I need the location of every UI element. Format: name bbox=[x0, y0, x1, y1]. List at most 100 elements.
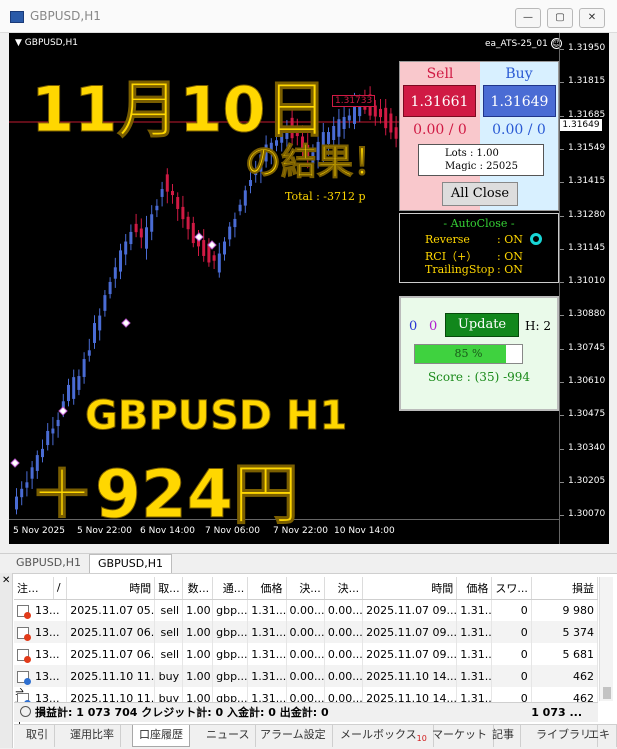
sell-order-icon bbox=[17, 648, 31, 663]
order-id: 13... bbox=[35, 669, 60, 683]
price-tick-label: 1.31010 bbox=[568, 276, 606, 287]
time-tick-label: 10 Nov 14:00 bbox=[334, 526, 395, 536]
table-cell: 2025.11.10 14... bbox=[362, 665, 458, 687]
terminal-tab[interactable]: 運用比率 bbox=[64, 725, 121, 747]
column-header[interactable]: 時間 bbox=[362, 577, 458, 600]
price-tick-label: 1.31415 bbox=[568, 176, 606, 187]
table-row[interactable]: 13... 2025.11.10 11... buy 1.00 gbp... 1.31..… bbox=[14, 665, 599, 687]
terminal-tab-label: 口座履歴 bbox=[139, 728, 183, 741]
column-header[interactable]: 価格 bbox=[247, 577, 287, 600]
candle-body bbox=[108, 281, 112, 295]
table-cell: 0.00... bbox=[286, 665, 325, 687]
table-cell: 1.31... bbox=[247, 621, 287, 643]
price-tick-label: 1.30205 bbox=[568, 475, 606, 486]
price-chart[interactable]: ▼ GBPUSD,H1 ea_ATS-25_01 ☺ 1.31950 1.3181… bbox=[9, 33, 609, 544]
update-button[interactable]: Update bbox=[445, 313, 519, 337]
counter-purple: 0 bbox=[429, 319, 438, 334]
table-row[interactable]: 13... 2025.11.07 06... sell 1.00 gbp... 1.31.… bbox=[14, 621, 599, 643]
sell-button[interactable]: 1.31661 bbox=[403, 85, 476, 117]
table-cell: 1.31... bbox=[456, 665, 493, 687]
auto-close-label: Reverse bbox=[425, 233, 470, 246]
order-cell: 13... bbox=[14, 599, 68, 621]
ea-label: ea_ATS-25_01 ☺ bbox=[485, 38, 562, 49]
terminal-tab[interactable]: 記事 bbox=[486, 725, 521, 747]
column-header[interactable]: 注... bbox=[14, 577, 54, 600]
table-cell: 2025.11.07 09... bbox=[362, 599, 458, 621]
table-cell: 462 bbox=[531, 665, 599, 687]
table-cell: 2025.11.10 11... bbox=[66, 665, 156, 687]
column-header[interactable]: 価格 bbox=[456, 577, 493, 600]
counter-blue: 0 bbox=[409, 319, 418, 334]
column-header[interactable]: / bbox=[53, 577, 68, 600]
candle-body bbox=[129, 231, 133, 245]
candle-body bbox=[145, 227, 148, 249]
signal-marker bbox=[121, 318, 131, 328]
candle-body bbox=[113, 267, 117, 279]
table-cell: gbp... bbox=[212, 643, 249, 665]
price-tick-label: 1.30070 bbox=[568, 509, 606, 520]
candle-body bbox=[186, 216, 190, 230]
maximize-button[interactable]: ▢ bbox=[547, 8, 573, 28]
price-tick-mark bbox=[560, 382, 564, 383]
auto-close-row: RCI（+）: ON bbox=[425, 248, 523, 264]
terminal-tab[interactable]: マーケット bbox=[426, 725, 494, 747]
scrollbar-thumb[interactable] bbox=[603, 687, 611, 699]
candle-body bbox=[87, 350, 91, 356]
column-header[interactable]: 数... bbox=[182, 577, 214, 600]
candle-body bbox=[217, 253, 221, 273]
table-cell: 1.00 bbox=[182, 599, 214, 621]
price-tick-mark bbox=[560, 182, 564, 184]
terminal-tab[interactable]: ニュース bbox=[200, 725, 257, 747]
terminal-tab[interactable]: エキ bbox=[582, 725, 617, 747]
terminal-tab-label: メールボックス bbox=[340, 728, 417, 741]
table-cell: 1.31... bbox=[456, 599, 493, 621]
column-header[interactable]: 決... bbox=[324, 577, 364, 600]
column-header[interactable]: 損益 bbox=[531, 577, 599, 600]
candle-body bbox=[238, 204, 242, 212]
candle-body bbox=[202, 240, 206, 256]
order-cell: 13... bbox=[14, 621, 68, 643]
table-cell: gbp... bbox=[212, 599, 249, 621]
column-header[interactable]: 決... bbox=[286, 577, 325, 600]
all-close-button[interactable]: All Close bbox=[442, 182, 518, 206]
history-table: 注... / 時間 取... 数... 通... 価格 決... 決... 時間 価格 スワ... 損益… bbox=[14, 577, 599, 709]
column-header[interactable]: 通... bbox=[212, 577, 249, 600]
order-id: 13... bbox=[35, 647, 60, 661]
terminal-tab[interactable]: アラーム設定 bbox=[254, 725, 333, 747]
close-terminal-icon[interactable]: ✕ bbox=[2, 575, 10, 586]
candle-body bbox=[150, 214, 154, 232]
minimize-button[interactable]: — bbox=[515, 8, 541, 28]
candle-body bbox=[342, 117, 346, 129]
candle-body bbox=[379, 108, 382, 118]
order-id: 13... bbox=[35, 603, 60, 617]
table-scrollbar[interactable] bbox=[599, 577, 613, 701]
auto-close-value: : ON bbox=[497, 250, 523, 263]
chart-tab[interactable]: GBPUSD,H1 bbox=[8, 554, 89, 573]
price-tick-mark bbox=[560, 215, 564, 217]
price-tick-mark bbox=[560, 348, 564, 350]
terminal-tab[interactable]: 取引 bbox=[20, 725, 55, 747]
candle-body bbox=[223, 241, 226, 255]
column-header[interactable]: 取... bbox=[154, 577, 184, 600]
candle-body bbox=[347, 115, 351, 121]
candle-body bbox=[15, 496, 18, 510]
table-row[interactable]: 13... 2025.11.07 05... sell 1.00 gbp... 1.31.… bbox=[14, 599, 599, 621]
terminal-tab[interactable]: 口座履歴 bbox=[132, 725, 190, 747]
price-tick-label: 1.30880 bbox=[568, 309, 606, 320]
price-tick-mark bbox=[560, 115, 564, 117]
table-row[interactable]: 13... 2025.11.07 06... sell 1.00 gbp... 1.31.… bbox=[14, 643, 599, 665]
table-cell: 0.00... bbox=[324, 599, 364, 621]
table-cell: 2025.11.07 06... bbox=[66, 621, 156, 643]
summary-bar: 損益計: 1 073 704 クレジット計: 0 入金計: 0 出金計: 0 1… bbox=[14, 702, 598, 722]
price-tick-mark bbox=[560, 148, 564, 150]
terminal-tab-label: 取引 bbox=[26, 728, 48, 741]
close-button[interactable]: ✕ bbox=[579, 8, 605, 28]
candle-body bbox=[56, 419, 60, 427]
column-header[interactable]: 時間 bbox=[66, 577, 156, 600]
terminal-tab[interactable]: メールボックス10 bbox=[334, 725, 434, 747]
terminal-sidebar: ✕ ターミナル bbox=[0, 573, 27, 748]
chart-tab-active[interactable]: GBPUSD,H1 bbox=[89, 554, 172, 573]
candle-body bbox=[82, 359, 86, 377]
buy-button[interactable]: 1.31649 bbox=[483, 85, 556, 117]
column-header[interactable]: スワ... bbox=[491, 577, 532, 600]
